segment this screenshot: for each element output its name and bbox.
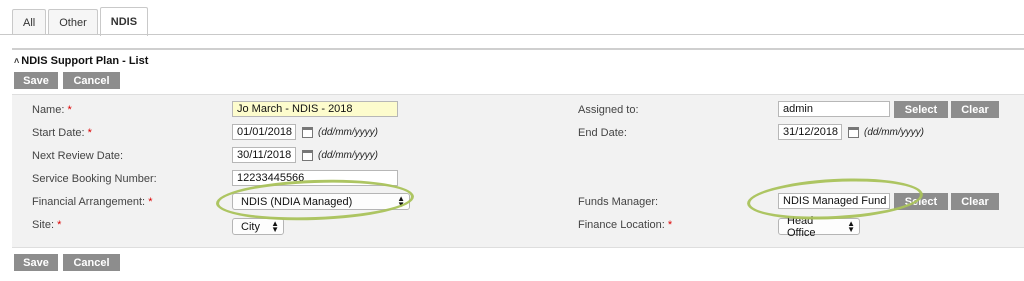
service-booking-number-input[interactable]: 12233445566 [232, 170, 398, 186]
funds-manager-input[interactable]: NDIS Managed Fund [778, 193, 890, 209]
funds-manager-label: Funds Manager: [578, 196, 659, 208]
section-title: NDIS Support Plan - List [21, 55, 149, 67]
start-date-format-hint: (dd/mm/yyyy) [318, 127, 378, 138]
finance-location-value: Head Office [787, 214, 816, 239]
assigned-to-label: Assigned to: [578, 104, 639, 116]
finance-location-select[interactable]: Head Office ▲ ▼ [778, 215, 860, 239]
save-button-bottom[interactable]: Save [14, 254, 58, 271]
select-arrows-icon: ▲ ▼ [847, 218, 855, 234]
calendar-icon[interactable] [302, 127, 313, 138]
end-date-label: End Date: [578, 127, 627, 139]
cancel-button-bottom[interactable]: Cancel [63, 254, 120, 271]
assigned-to-select-button[interactable]: Select [894, 101, 948, 118]
assigned-to-input[interactable]: admin [778, 101, 890, 117]
select-arrows-icon: ▲ ▼ [271, 218, 279, 234]
calendar-icon[interactable] [848, 127, 859, 138]
financial-arrangement-value: NDIS (NDIA Managed) [241, 195, 353, 208]
next-review-date-format-hint: (dd/mm/yyyy) [318, 150, 378, 161]
financial-arrangement-label: Financial Arrangement: * [32, 196, 153, 208]
site-value: City [241, 220, 260, 233]
double-chevron-up-icon[interactable]: ˄ [14, 56, 19, 66]
site-select[interactable]: City ▲ ▼ [232, 218, 284, 235]
name-input[interactable]: Jo March - NDIS - 2018 [232, 101, 398, 117]
section-header[interactable]: ˄ NDIS Support Plan - List [14, 55, 148, 67]
tab-other[interactable]: Other [48, 9, 98, 35]
name-label: Name: * [32, 104, 72, 116]
funds-manager-select-button[interactable]: Select [894, 193, 948, 210]
tab-bar: All Other NDIS [12, 6, 150, 36]
next-review-date-input[interactable]: 30/11/2018 [232, 147, 296, 163]
tab-all[interactable]: All [12, 9, 47, 35]
assigned-to-clear-button[interactable]: Clear [951, 101, 999, 118]
next-review-date-label: Next Review Date: [32, 150, 124, 162]
finance-location-label: Finance Location: * [578, 219, 673, 231]
section-divider [12, 48, 1024, 50]
save-button-top[interactable]: Save [14, 72, 58, 89]
calendar-icon[interactable] [302, 150, 313, 161]
tab-ndis[interactable]: NDIS [99, 7, 149, 36]
tab-divider [0, 34, 1024, 35]
select-arrows-icon: ▲ ▼ [397, 193, 405, 209]
cancel-button-top[interactable]: Cancel [63, 72, 120, 89]
end-date-format-hint: (dd/mm/yyyy) [864, 127, 924, 138]
service-booking-number-label: Service Booking Number: [32, 173, 157, 185]
site-label: Site: * [32, 219, 62, 231]
funds-manager-clear-button[interactable]: Clear [951, 193, 999, 210]
start-date-label: Start Date: * [32, 127, 92, 139]
form-panel [12, 94, 1024, 248]
financial-arrangement-select[interactable]: NDIS (NDIA Managed) ▲ ▼ [232, 193, 410, 210]
start-date-input[interactable]: 01/01/2018 [232, 124, 296, 140]
end-date-input[interactable]: 31/12/2018 [778, 124, 842, 140]
